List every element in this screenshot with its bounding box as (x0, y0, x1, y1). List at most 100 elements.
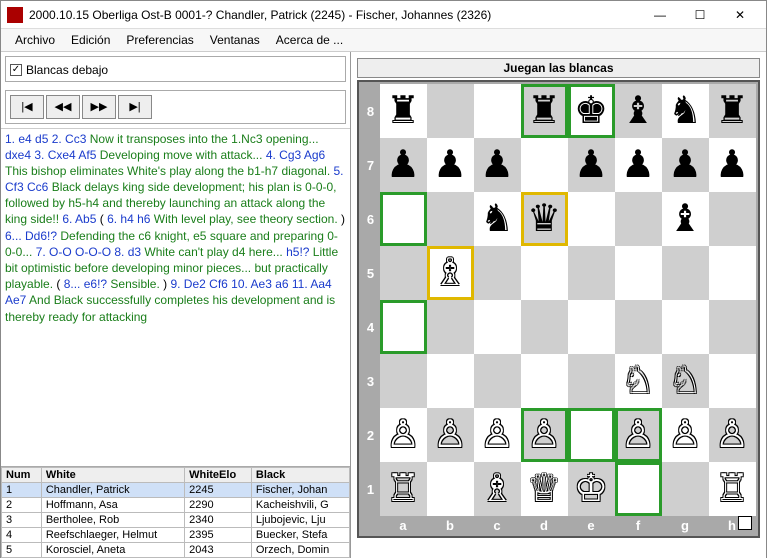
square-g8[interactable]: ♞ (662, 84, 709, 138)
piece-wr[interactable]: ♖ (386, 470, 420, 508)
square-e1[interactable]: ♔ (568, 462, 615, 516)
square-d5[interactable] (521, 246, 568, 300)
table-row[interactable]: 1Chandler, Patrick2245Fischer, Johan (2, 483, 350, 498)
square-e2[interactable] (568, 408, 615, 462)
piece-bp[interactable]: ♟ (621, 146, 655, 184)
piece-bn[interactable]: ♞ (668, 92, 702, 130)
move-text[interactable]: 1. e4 d5 2. Cc3 (5, 132, 90, 146)
square-e6[interactable] (568, 192, 615, 246)
square-g7[interactable]: ♟ (662, 138, 709, 192)
piece-wr[interactable]: ♖ (715, 470, 749, 508)
piece-bn[interactable]: ♞ (480, 200, 514, 238)
square-b5[interactable]: ♗ (427, 246, 474, 300)
square-b2[interactable]: ♙ (427, 408, 474, 462)
square-g2[interactable]: ♙ (662, 408, 709, 462)
square-b7[interactable]: ♟ (427, 138, 474, 192)
square-g6[interactable]: ♝ (662, 192, 709, 246)
table-row[interactable]: 5Korosciel, Aneta2043Orzech, Domin (2, 543, 350, 558)
square-f7[interactable]: ♟ (615, 138, 662, 192)
close-button[interactable]: ✕ (720, 3, 760, 27)
square-a8[interactable]: ♜ (380, 84, 427, 138)
square-h7[interactable]: ♟ (709, 138, 756, 192)
square-g4[interactable] (662, 300, 709, 354)
square-c3[interactable] (474, 354, 521, 408)
square-a1[interactable]: ♖ (380, 462, 427, 516)
piece-bp[interactable]: ♟ (480, 146, 514, 184)
chessboard[interactable]: 8♜♜♚♝♞♜7♟♟♟♟♟♟♟6♞♛♝5♗43♘♘2♙♙♙♙♙♙♙1♖♗♕♔♖a… (357, 80, 760, 538)
piece-br[interactable]: ♜ (527, 92, 561, 130)
table-row[interactable]: 2Hoffmann, Asa2290Kacheishvili, G (2, 498, 350, 513)
square-g1[interactable] (662, 462, 709, 516)
menu-archivo[interactable]: Archivo (9, 31, 61, 49)
move-text[interactable]: 6. Ab5 (62, 212, 96, 226)
minimize-button[interactable]: ― (640, 3, 680, 27)
table-header[interactable]: White (41, 468, 184, 483)
piece-bb[interactable]: ♝ (621, 92, 655, 130)
square-e5[interactable] (568, 246, 615, 300)
piece-bp[interactable]: ♟ (386, 146, 420, 184)
square-c5[interactable] (474, 246, 521, 300)
piece-wb[interactable]: ♗ (433, 254, 467, 292)
square-h4[interactable] (709, 300, 756, 354)
table-row[interactable]: 3Bertholee, Rob2340Ljubojevic, Lju (2, 513, 350, 528)
square-d3[interactable] (521, 354, 568, 408)
square-c4[interactable] (474, 300, 521, 354)
piece-wp[interactable]: ♙ (715, 416, 749, 454)
square-e3[interactable] (568, 354, 615, 408)
square-c2[interactable]: ♙ (474, 408, 521, 462)
square-b3[interactable] (427, 354, 474, 408)
square-g5[interactable] (662, 246, 709, 300)
piece-wn[interactable]: ♘ (621, 362, 655, 400)
square-h6[interactable] (709, 192, 756, 246)
games-table[interactable]: NumWhiteWhiteEloBlack1Chandler, Patrick2… (1, 466, 350, 558)
menu-preferencias[interactable]: Preferencias (120, 31, 199, 49)
square-h8[interactable]: ♜ (709, 84, 756, 138)
square-f2[interactable]: ♙ (615, 408, 662, 462)
nav-last-button[interactable]: ▶| (118, 95, 152, 119)
square-a4[interactable] (380, 300, 427, 354)
piece-bk[interactable]: ♚ (574, 92, 608, 130)
piece-bp[interactable]: ♟ (715, 146, 749, 184)
square-d2[interactable]: ♙ (521, 408, 568, 462)
square-c1[interactable]: ♗ (474, 462, 521, 516)
square-e8[interactable]: ♚ (568, 84, 615, 138)
square-h2[interactable]: ♙ (709, 408, 756, 462)
menu-acerca[interactable]: Acerca de ... (270, 31, 349, 49)
square-f3[interactable]: ♘ (615, 354, 662, 408)
square-e7[interactable]: ♟ (568, 138, 615, 192)
piece-wp[interactable]: ♙ (433, 416, 467, 454)
piece-wp[interactable]: ♙ (527, 416, 561, 454)
square-d4[interactable] (521, 300, 568, 354)
square-f5[interactable] (615, 246, 662, 300)
square-f6[interactable] (615, 192, 662, 246)
square-a6[interactable] (380, 192, 427, 246)
table-header[interactable]: WhiteElo (185, 468, 252, 483)
move-text[interactable]: 8... e6!? (64, 277, 111, 291)
piece-wn[interactable]: ♘ (668, 362, 702, 400)
piece-bp[interactable]: ♟ (668, 146, 702, 184)
nav-next-button[interactable]: ▶▶ (82, 95, 116, 119)
square-c8[interactable] (474, 84, 521, 138)
piece-br[interactable]: ♜ (715, 92, 749, 130)
piece-wb[interactable]: ♗ (480, 470, 514, 508)
piece-wp[interactable]: ♙ (668, 416, 702, 454)
piece-wp[interactable]: ♙ (621, 416, 655, 454)
move-text[interactable]: 4. Cg3 Ag6 (266, 148, 325, 162)
table-row[interactable]: 4Reefschlaeger, Helmut2395Buecker, Stefa (2, 528, 350, 543)
move-text[interactable]: h5!? (286, 245, 313, 259)
maximize-button[interactable]: ☐ (680, 3, 720, 27)
square-d8[interactable]: ♜ (521, 84, 568, 138)
piece-bp[interactable]: ♟ (433, 146, 467, 184)
piece-bb[interactable]: ♝ (668, 200, 702, 238)
piece-wk[interactable]: ♔ (574, 470, 608, 508)
square-c6[interactable]: ♞ (474, 192, 521, 246)
square-b4[interactable] (427, 300, 474, 354)
square-a2[interactable]: ♙ (380, 408, 427, 462)
square-a7[interactable]: ♟ (380, 138, 427, 192)
nav-prev-button[interactable]: ◀◀ (46, 95, 80, 119)
square-g3[interactable]: ♘ (662, 354, 709, 408)
square-b6[interactable] (427, 192, 474, 246)
square-d6[interactable]: ♛ (521, 192, 568, 246)
move-text[interactable]: 7. O-O O-O-O 8. d3 (36, 245, 145, 259)
square-c7[interactable]: ♟ (474, 138, 521, 192)
